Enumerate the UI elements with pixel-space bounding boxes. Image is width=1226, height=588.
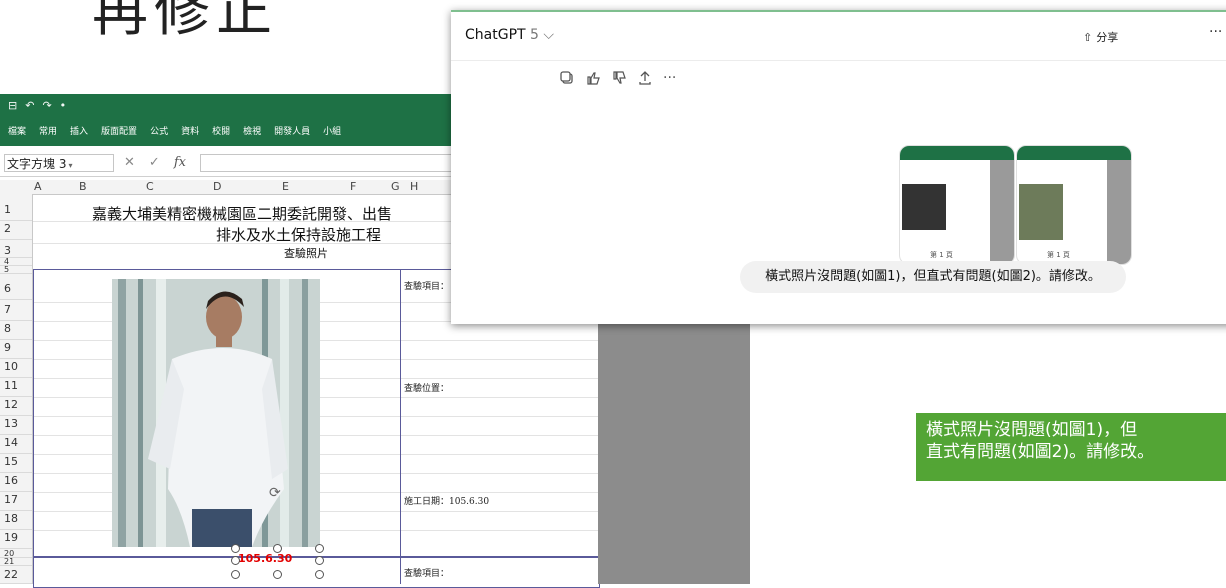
- chevron-down-icon: ▾: [68, 161, 73, 170]
- name-box-value: 文字方塊 3: [7, 157, 67, 171]
- copy-icon[interactable]: [559, 70, 575, 86]
- row-header[interactable]: 5: [0, 266, 32, 274]
- thumbnail-page-label: 第 1 頁: [930, 251, 953, 259]
- redo-icon[interactable]: ↷: [42, 99, 51, 112]
- tab-file[interactable]: 檔案: [8, 124, 26, 137]
- row-header[interactable]: 14: [0, 436, 32, 454]
- inspection-location-label: 查驗位置：: [404, 384, 450, 394]
- row-header[interactable]: 22: [0, 568, 32, 584]
- user-message: 橫式照片沒問題(如圖1)，但直式有問題(如圖2)。請修改。: [740, 261, 1126, 293]
- resize-handle[interactable]: [273, 570, 282, 579]
- callout-line1: 橫式照片沒問題(如圖1)，但: [926, 420, 1138, 440]
- model-name: ChatGPT: [465, 27, 526, 43]
- row-header[interactable]: 16: [0, 474, 32, 492]
- resize-handle[interactable]: [231, 570, 240, 579]
- slide-gray-area: [598, 320, 750, 584]
- row-header[interactable]: 19: [0, 531, 32, 549]
- tab-data[interactable]: 資料: [181, 124, 199, 137]
- row-header[interactable]: 8: [0, 322, 32, 340]
- thumbnail-photo: [1019, 184, 1063, 240]
- sheet-title-line2: 排水及水土保持設施工程: [216, 226, 382, 244]
- function-icon[interactable]: fx: [174, 155, 186, 170]
- tab-insert[interactable]: 插入: [70, 124, 88, 137]
- column-header[interactable]: B: [79, 180, 87, 193]
- tab-developer[interactable]: 開發人員: [274, 124, 310, 137]
- row-header[interactable]: 21: [0, 558, 32, 566]
- tab-team[interactable]: 小組: [323, 124, 341, 137]
- column-header[interactable]: G: [391, 180, 400, 193]
- confirm-icon[interactable]: ✓: [149, 155, 160, 170]
- column-header[interactable]: E: [282, 180, 289, 193]
- callout-box: 橫式照片沒問題(如圖1)，但 直式有問題(如圖2)。請修改。: [916, 413, 1226, 481]
- share-label: 分享: [1096, 31, 1119, 44]
- sheet-title-line3: 查驗照片: [284, 247, 328, 260]
- resize-handle[interactable]: [315, 544, 324, 553]
- more-commands-icon[interactable]: •: [60, 99, 67, 112]
- thumbnail-page-label: 第 1 頁: [1047, 251, 1070, 259]
- resize-handle[interactable]: [315, 570, 324, 579]
- cancel-icon[interactable]: ✕: [124, 155, 135, 170]
- thumbnail-photo: [902, 184, 946, 230]
- thumbs-up-icon[interactable]: [585, 70, 601, 86]
- photo-date-textbox[interactable]: 105.6.30: [238, 552, 292, 565]
- row-header[interactable]: 2: [0, 222, 32, 240]
- more-options-button[interactable]: ···: [1209, 24, 1222, 40]
- undo-icon[interactable]: ↶: [25, 99, 34, 112]
- formula-icons: ✕ ✓ fx: [124, 155, 186, 170]
- column-header[interactable]: C: [146, 180, 154, 193]
- chat-header: ChatGPT 5 ⌵ ⇧ 分享 ···: [451, 12, 1226, 61]
- resize-handle[interactable]: [315, 556, 324, 565]
- attachment-thumbnail-1[interactable]: 第 1 頁: [899, 145, 1015, 265]
- form-divider: [400, 269, 401, 584]
- row-header[interactable]: 18: [0, 512, 32, 530]
- column-header[interactable]: H: [410, 180, 418, 193]
- portrait-photo-image: [112, 279, 320, 547]
- rotate-handle-icon[interactable]: ⟳: [269, 485, 281, 501]
- share-icon[interactable]: [637, 70, 653, 86]
- column-header[interactable]: F: [350, 180, 356, 193]
- share-icon: ⇧: [1083, 30, 1093, 44]
- row-header[interactable]: 17: [0, 493, 32, 511]
- row-header[interactable]: 10: [0, 360, 32, 378]
- tab-review[interactable]: 校閱: [212, 124, 230, 137]
- row-header[interactable]: 6: [0, 282, 32, 300]
- callout-line2: 直式有問題(如圖2)。請修改。: [926, 442, 1155, 462]
- quick-access-toolbar: ⊟ ↶ ↷ •: [8, 99, 66, 112]
- inspection-item-label: 查驗項目：: [404, 282, 450, 292]
- row-header[interactable]: 1: [0, 203, 32, 221]
- row-header[interactable]: 9: [0, 341, 32, 359]
- row-header[interactable]: 15: [0, 455, 32, 473]
- attachment-thumbnail-2[interactable]: 第 1 頁: [1016, 145, 1132, 265]
- message-actions: ···: [559, 70, 676, 86]
- more-icon[interactable]: ···: [663, 70, 676, 86]
- resize-handle[interactable]: [231, 544, 240, 553]
- row-header[interactable]: 3: [0, 244, 32, 258]
- chatgpt-window: ChatGPT 5 ⌵ ⇧ 分享 ··· ··· 第 1 頁 第 1 頁 橫式照…: [451, 10, 1226, 324]
- resize-handle[interactable]: [231, 556, 240, 565]
- construction-date-label: 施工日期：105.6.30: [404, 497, 490, 507]
- sheet-title-line1: 嘉義大埔美精密機械園區二期委託開發、出售: [92, 205, 393, 223]
- slide-title: 再修正: [92, 0, 278, 44]
- share-button[interactable]: ⇧ 分享: [1083, 29, 1118, 45]
- tab-view[interactable]: 檢視: [243, 124, 261, 137]
- tab-formulas[interactable]: 公式: [150, 124, 168, 137]
- portrait-photo[interactable]: [112, 279, 320, 547]
- name-box[interactable]: 文字方塊 3 ▾: [4, 154, 114, 172]
- save-icon[interactable]: ⊟: [8, 99, 17, 112]
- column-header[interactable]: A: [34, 180, 42, 193]
- inspection-item-label-2: 查驗項目：: [404, 569, 450, 579]
- resize-handle[interactable]: [273, 544, 282, 553]
- model-selector[interactable]: ChatGPT 5 ⌵: [465, 27, 554, 43]
- row-header[interactable]: 7: [0, 303, 32, 321]
- column-header[interactable]: D: [213, 180, 221, 193]
- row-header[interactable]: 11: [0, 379, 32, 397]
- model-version: 5: [530, 27, 539, 43]
- chevron-down-icon: ⌵: [543, 27, 555, 43]
- tab-page-layout[interactable]: 版面配置: [101, 124, 137, 137]
- row-header[interactable]: 13: [0, 417, 32, 435]
- thumbs-down-icon[interactable]: [611, 70, 627, 86]
- tab-home[interactable]: 常用: [39, 124, 57, 137]
- ribbon-tabs: 檔案 常用 插入 版面配置 公式 資料 校閱 檢視 開發人員 小組: [8, 124, 341, 137]
- row-header[interactable]: 12: [0, 398, 32, 416]
